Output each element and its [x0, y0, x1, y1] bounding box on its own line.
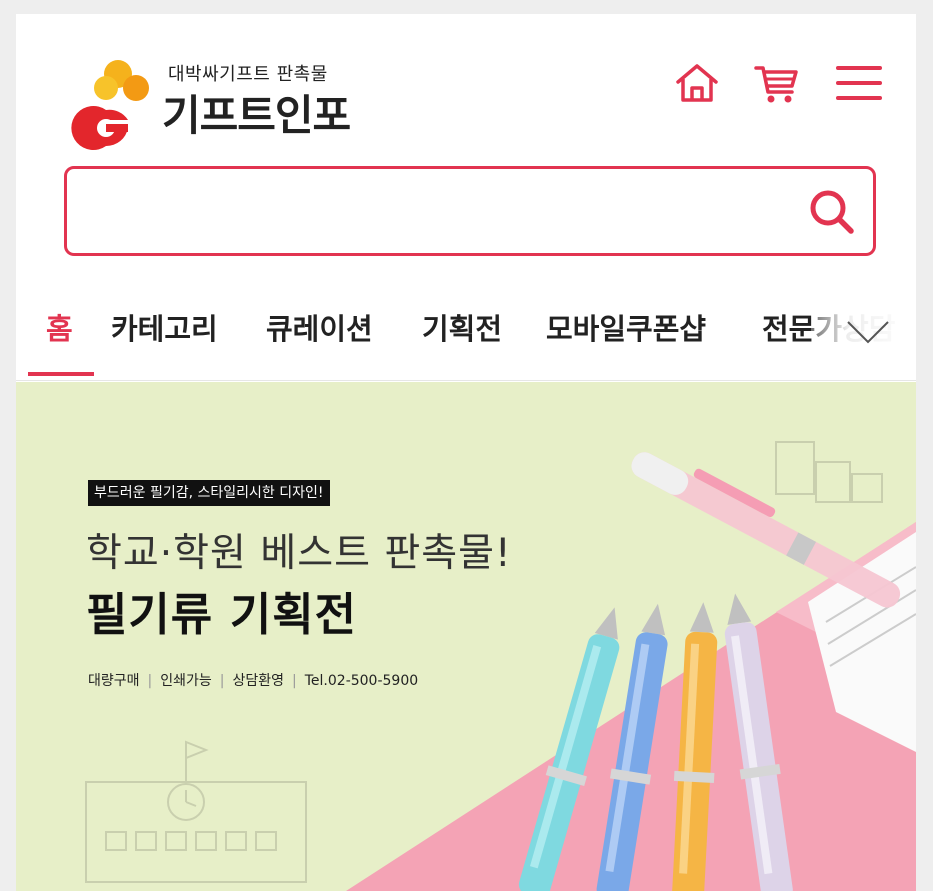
chevron-down-icon[interactable] [844, 314, 892, 350]
separator: | [147, 673, 153, 689]
banner-headline: 학교·학원 베스트 판촉물! [86, 531, 512, 576]
banner-tagline: 부드러운 필기감, 스타일리시한 디자인! [88, 480, 330, 506]
banner-info-item: 상담환영 [232, 673, 285, 689]
home-icon[interactable] [672, 58, 722, 108]
tab-curation[interactable]: 큐레이션 [266, 306, 373, 348]
active-tab-indicator [28, 372, 94, 376]
page-frame: 대박싸기프트 판촉물 기프트인포 홈 카테고리 큐레이션 기획전 모바일쿠폰샵 … [16, 14, 916, 891]
logo-mark-icon [71, 60, 149, 150]
promo-banner[interactable]: 부드러운 필기감, 스타일리시한 디자인! 학교·학원 베스트 판촉물! 필기류… [16, 382, 916, 891]
menu-icon[interactable] [834, 58, 884, 108]
search-box [64, 166, 876, 256]
search-icon[interactable] [805, 185, 859, 239]
logo[interactable]: 대박싸기프트 판촉물 기프트인포 [62, 52, 362, 152]
banner-title: 필기류 기획전 [86, 588, 358, 641]
separator: | [292, 673, 297, 689]
banner-info-item: 인쇄가능 [160, 673, 212, 689]
banner-info-phone: Tel.02-500-5900 [304, 673, 419, 689]
tab-home[interactable]: 홈 [46, 306, 73, 348]
banner-info: 대량구매 | 인쇄가능 | 상담환영 | Tel.02-500-5900 [88, 670, 418, 690]
cart-icon[interactable] [752, 58, 802, 108]
tabs-divider [16, 380, 916, 381]
tab-mobile-coupon[interactable]: 모바일쿠폰샵 [546, 306, 706, 348]
banner-info-item: 대량구매 [88, 673, 140, 689]
search-input[interactable] [83, 183, 787, 241]
separator: | [219, 673, 225, 689]
tab-category[interactable]: 카테고리 [111, 306, 218, 348]
logo-title: 기프트인포 [162, 91, 351, 140]
tab-exhibition[interactable]: 기획전 [422, 306, 502, 348]
nav-tabs: 홈 카테고리 큐레이션 기획전 모바일쿠폰샵 전문가상담 [16, 284, 916, 380]
